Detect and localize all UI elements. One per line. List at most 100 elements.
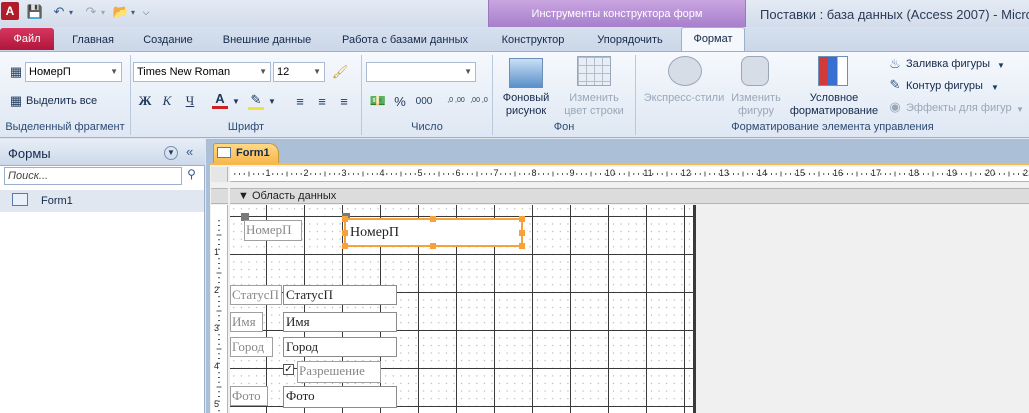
open-dropdown-icon[interactable]: ▾ (128, 3, 138, 21)
chevron-down-icon[interactable]: ▼ (259, 63, 267, 81)
label-city[interactable]: Город (230, 337, 273, 357)
ruler-number: 20 (984, 168, 995, 178)
navigation-search-input[interactable]: Поиск... (4, 167, 182, 185)
number-format-combo[interactable]: ▼ (366, 62, 476, 82)
save-icon[interactable]: 💾 (26, 3, 44, 21)
font-name-combo[interactable]: Times New Roman ▼ (133, 62, 271, 82)
background-image-label-2[interactable]: рисунок (497, 105, 555, 117)
chevron-down-icon[interactable]: ▼ (464, 63, 472, 81)
chevron-down-icon[interactable]: ▼ (110, 63, 118, 81)
ruler-number: 1 (214, 247, 220, 257)
redo-dropdown-icon[interactable]: ▾ (98, 3, 108, 21)
percent-button[interactable]: % (390, 92, 410, 110)
tab-file[interactable]: Файл (0, 28, 54, 50)
label-nomer[interactable]: НомерП (244, 220, 302, 241)
format-painter-icon[interactable]: 🖌 (330, 63, 350, 81)
fill-color-icon[interactable]: ✎ (248, 92, 264, 110)
resize-handle[interactable] (519, 230, 525, 236)
ruler-corner[interactable] (211, 167, 228, 182)
label-permit[interactable]: Разрешение (297, 361, 381, 383)
ruler-number: 16 (832, 168, 843, 178)
chevron-down-icon[interactable]: ▼ (1016, 105, 1024, 114)
font-size-combo[interactable]: 12 ▼ (273, 62, 325, 82)
change-shape-label[interactable]: Изменить (728, 92, 784, 104)
textbox-city[interactable]: Город (283, 337, 397, 357)
align-right-icon[interactable]: ≡ (334, 92, 354, 110)
resize-handle[interactable] (519, 216, 525, 222)
bold-button[interactable]: Ж (135, 92, 155, 110)
conditional-formatting-label[interactable]: Условное (786, 92, 882, 104)
thousands-button[interactable]: 000 (412, 92, 436, 110)
textbox-photo[interactable]: Фото (283, 386, 397, 408)
nav-item-form1[interactable] (0, 190, 204, 212)
shape-fill-icon[interactable]: ♨ (887, 55, 903, 73)
checkbox-permit[interactable]: ✓ (283, 364, 294, 375)
navigation-pane-title[interactable]: Формы (8, 146, 51, 161)
horizontal-ruler[interactable]: 123456789101112131415161718192021 (230, 167, 1029, 182)
chevron-down-icon[interactable]: ▼ (991, 83, 999, 92)
vertical-ruler[interactable]: 1 2 3 4 5 (211, 205, 228, 413)
font-size-value: 12 (277, 66, 290, 78)
align-left-icon[interactable]: ≡ (290, 92, 310, 110)
group-label-number: Число (411, 121, 443, 133)
tab-design[interactable]: Конструктор (490, 31, 576, 51)
resize-handle[interactable] (342, 216, 348, 222)
chevron-down-icon[interactable]: ▼ (232, 97, 240, 106)
chevron-down-icon[interactable]: ▼ (164, 146, 178, 160)
shape-outline-icon[interactable]: ✎ (887, 76, 903, 94)
tab-format[interactable]: Формат (681, 27, 745, 51)
alternate-row-color-label[interactable]: Изменить (560, 92, 628, 104)
textbox-status[interactable]: СтатусП (283, 285, 397, 305)
label-photo[interactable]: Фото (230, 386, 268, 406)
tab-external-data[interactable]: Внешние данные (212, 31, 322, 51)
conditional-formatting-label-2[interactable]: форматирование (786, 105, 882, 117)
change-shape-label-2[interactable]: фигуру (728, 105, 784, 117)
background-image-icon[interactable] (509, 58, 543, 88)
textbox-name[interactable]: Имя (283, 312, 397, 332)
background-image-label[interactable]: Фоновый (497, 92, 555, 104)
alternate-row-color-icon[interactable] (577, 56, 611, 86)
resize-handle[interactable] (430, 216, 436, 222)
align-center-icon[interactable]: ≡ (312, 92, 332, 110)
ruler-number: 14 (756, 168, 767, 178)
chevron-down-icon[interactable]: ▼ (313, 63, 321, 81)
resize-handle[interactable] (342, 243, 348, 249)
shape-outline-button[interactable]: Контур фигуры (906, 80, 983, 92)
collapse-pane-icon[interactable]: « (186, 144, 193, 159)
select-all-button[interactable]: Выделить все (26, 95, 97, 107)
alternate-row-color-label-2[interactable]: цвет строки (560, 105, 628, 117)
resize-handle[interactable] (342, 230, 348, 236)
italic-button[interactable]: К (157, 92, 177, 110)
label-name[interactable]: Имя (230, 312, 263, 332)
change-shape-icon[interactable] (741, 56, 769, 86)
conditional-formatting-icon[interactable] (818, 56, 848, 86)
shape-effects-icon[interactable]: ◉ (887, 98, 903, 116)
undo-dropdown-icon[interactable]: ▾ (66, 3, 76, 21)
decrease-decimals-button[interactable]: ,00 ,0 (468, 92, 490, 110)
select-all-icon: ▦ (9, 93, 23, 108)
customize-qat-icon[interactable]: ⌵ (140, 3, 152, 21)
tab-arrange[interactable]: Упорядочить (584, 31, 676, 51)
search-icon[interactable]: ⚲ (183, 167, 200, 185)
label-status[interactable]: СтатусП (230, 285, 282, 305)
quick-styles-label[interactable]: Экспресс-стили (640, 92, 728, 104)
tab-home[interactable]: Главная (60, 31, 126, 51)
access-app-icon[interactable]: A (1, 2, 19, 20)
underline-button[interactable]: Ч (180, 92, 200, 110)
resize-handle[interactable] (519, 243, 525, 249)
quick-styles-icon[interactable] (668, 56, 702, 86)
chevron-down-icon[interactable]: ▼ (997, 61, 1005, 70)
increase-decimals-button[interactable]: ,0 ,00 (445, 92, 467, 110)
tab-database-tools[interactable]: Работа с базами данных (332, 31, 478, 51)
shape-effects-button[interactable]: Эффекты для фигур (906, 102, 1012, 114)
tab-create[interactable]: Создание (132, 31, 204, 51)
resize-handle[interactable] (430, 243, 436, 249)
currency-icon[interactable]: 💵 (368, 92, 388, 110)
section-selector[interactable] (211, 188, 228, 204)
nav-item-label[interactable]: Form1 (41, 195, 73, 207)
object-select-combo[interactable]: НомерП ▼ (25, 62, 122, 82)
font-color-button[interactable]: A (212, 91, 228, 109)
chevron-down-icon[interactable]: ▼ (268, 97, 276, 106)
shape-fill-button[interactable]: Заливка фигуры (906, 58, 990, 70)
detail-section-header[interactable]: ▼ Область данных (230, 188, 1029, 204)
